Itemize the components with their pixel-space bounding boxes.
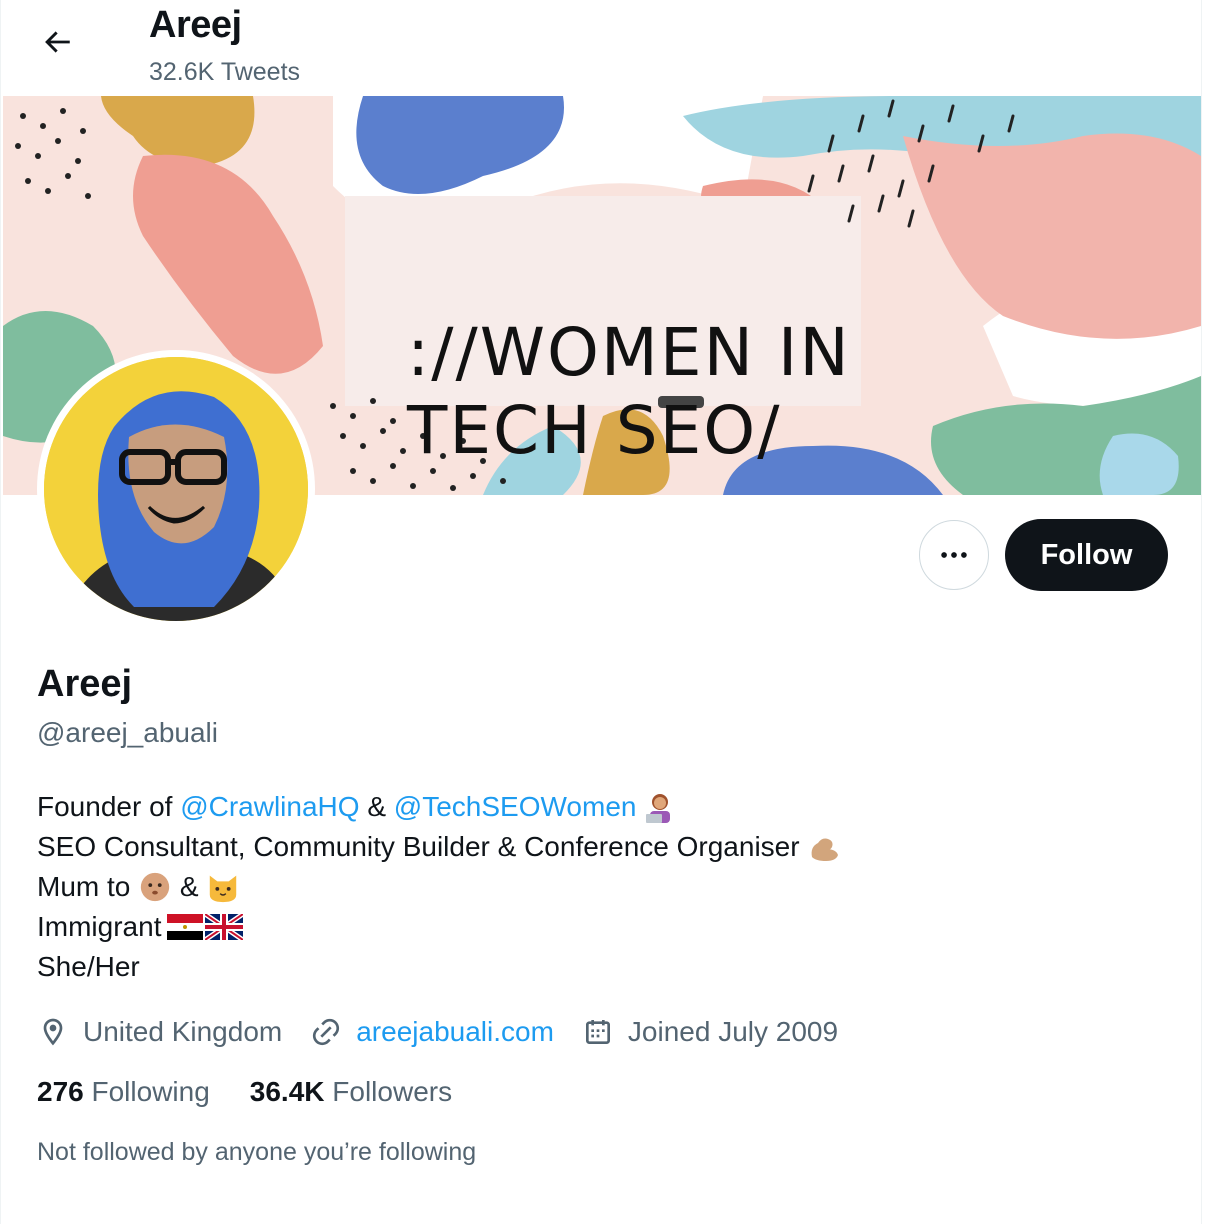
follow-button[interactable]: Follow bbox=[1005, 519, 1168, 591]
bio-text: Immigrant bbox=[37, 911, 162, 942]
not-followed-notice: Not followed by anyone you’re following bbox=[37, 1138, 477, 1166]
bio-text: & bbox=[172, 871, 207, 902]
bio-line-1: Founder of @CrawlinaHQ & @TechSEOWomen bbox=[37, 787, 842, 827]
mention-crawlinahq-link[interactable]: @CrawlinaHQ bbox=[180, 787, 359, 827]
banner-title: ://WOMEN IN TECH SEO/ bbox=[407, 314, 867, 470]
mention-techseowomen-link[interactable]: @TechSEOWomen bbox=[394, 787, 637, 827]
following-link[interactable]: 276 Following bbox=[37, 1076, 210, 1108]
avatar-illustration bbox=[44, 357, 308, 621]
flexed-biceps-emoji-icon bbox=[811, 838, 838, 861]
followers-link[interactable]: 36.4K Followers bbox=[250, 1076, 452, 1108]
bio-line-3: Mum to & bbox=[37, 867, 842, 907]
link-icon bbox=[313, 1018, 340, 1046]
calendar-icon bbox=[585, 1020, 610, 1044]
profile-name: Areej bbox=[37, 663, 133, 705]
profile-meta: United Kingdom areejabuali.com Joined Ju… bbox=[37, 1012, 866, 1052]
following-count: 276 bbox=[37, 1076, 92, 1107]
follow-stats: 276 Following 36.4K Followers bbox=[37, 1076, 492, 1108]
joined-item: Joined July 2009 bbox=[582, 1016, 838, 1048]
arrow-left-icon bbox=[45, 31, 70, 53]
website-item: areejabuali.com bbox=[310, 1016, 554, 1048]
bio-line-5: She/Her bbox=[37, 947, 842, 987]
website-link[interactable]: areejabuali.com bbox=[356, 1016, 554, 1048]
location-text: United Kingdom bbox=[83, 1016, 283, 1047]
bio-text: Founder of bbox=[37, 791, 181, 822]
bio-line-4: Immigrant bbox=[37, 907, 842, 947]
profile-handle: @areej_abuali bbox=[37, 717, 218, 748]
bio-text: She/Her bbox=[37, 951, 140, 982]
back-button[interactable] bbox=[31, 20, 83, 64]
banner-line-2: TECH SEO/ bbox=[407, 392, 782, 469]
location-pin-icon bbox=[43, 1018, 63, 1046]
bio-line-2: SEO Consultant, Community Builder & Conf… bbox=[37, 827, 842, 867]
uk-flag-icon bbox=[205, 914, 244, 940]
avatar[interactable] bbox=[37, 350, 315, 628]
header-tweet-count: 32.6K Tweets bbox=[149, 58, 301, 86]
bio-text: & bbox=[359, 791, 394, 822]
ellipsis-icon bbox=[941, 552, 967, 558]
bio-text: SEO Consultant, Community Builder & Conf… bbox=[37, 831, 800, 862]
more-options-button[interactable] bbox=[919, 520, 989, 590]
bio-text: Mum to bbox=[37, 871, 139, 902]
egypt-flag-icon bbox=[167, 914, 204, 940]
profile-bio: Founder of @CrawlinaHQ & @TechSEOWomen S… bbox=[37, 787, 842, 987]
joined-text: Joined July 2009 bbox=[627, 1016, 839, 1047]
profile-page: Areej 32.6K Tweets://WOMEN IN TECH SEO/… bbox=[0, 0, 1202, 1224]
following-label: Following bbox=[91, 1076, 210, 1107]
followers-count: 36.4K bbox=[249, 1076, 333, 1107]
baby-emoji-icon bbox=[140, 872, 170, 902]
header-title: Areej bbox=[149, 4, 242, 46]
avatar-image bbox=[44, 357, 308, 621]
cat-face-emoji-icon bbox=[210, 875, 237, 903]
woman-technologist-emoji-icon bbox=[646, 794, 671, 823]
followers-label: Followers bbox=[332, 1076, 453, 1107]
location-item: United Kingdom bbox=[37, 1016, 282, 1048]
banner-line-1: ://WOMEN IN bbox=[407, 314, 851, 391]
